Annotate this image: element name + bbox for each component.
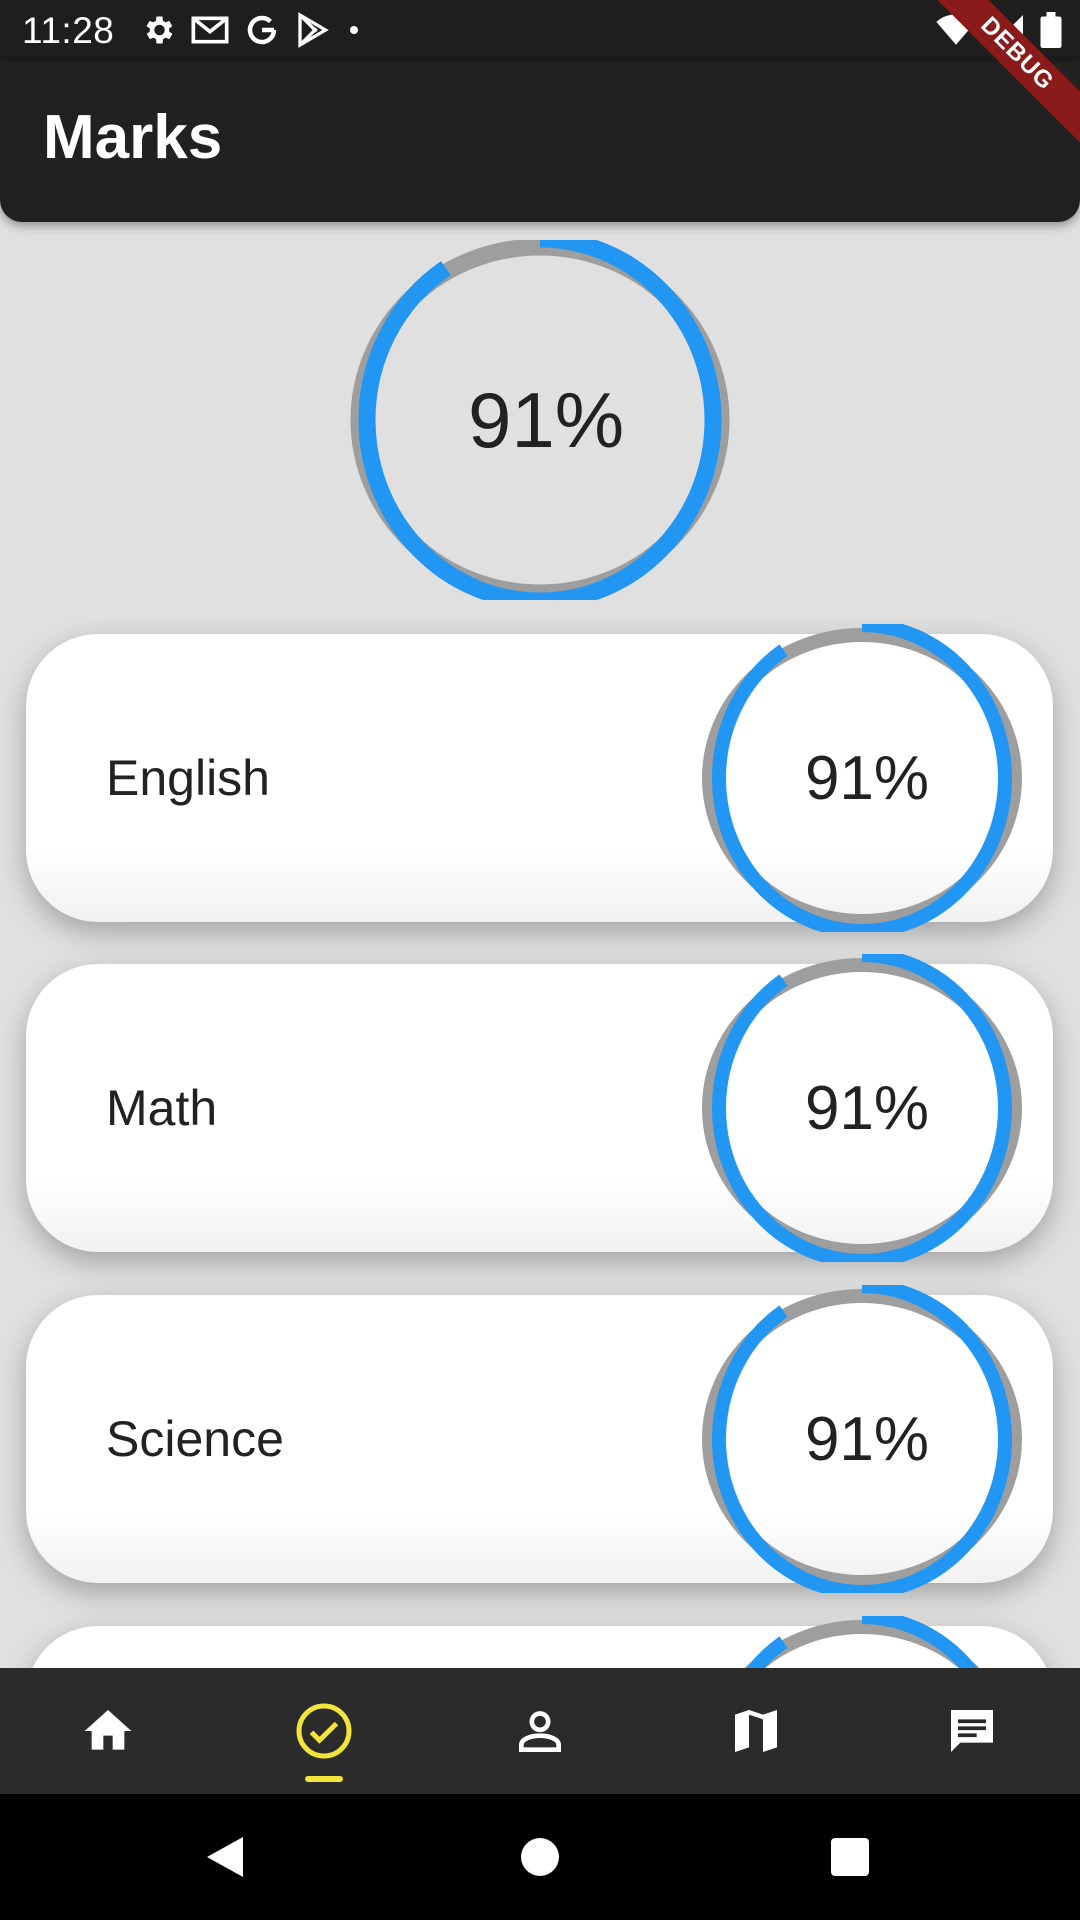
subject-card-partial[interactable]	[26, 1610, 1053, 1668]
status-time: 11:28	[22, 10, 115, 51]
overall-percent: 91%	[467, 375, 625, 464]
page-title: Marks	[43, 103, 223, 172]
subject-progress: 91%	[697, 618, 1027, 938]
nav-map[interactable]	[648, 1668, 864, 1794]
back-triangle-icon	[207, 1837, 243, 1877]
nav-messages[interactable]	[864, 1668, 1080, 1794]
subject-name: Science	[106, 1411, 284, 1467]
home-circle-icon	[521, 1838, 559, 1876]
subject-card-english[interactable]: English 91%	[26, 618, 1053, 938]
subject-progress: 91%	[697, 948, 1027, 1268]
home-icon	[84, 1710, 132, 1750]
system-back-button[interactable]	[190, 1822, 260, 1892]
recents-square-icon	[831, 1838, 869, 1876]
chat-icon	[951, 1710, 993, 1752]
system-home-button[interactable]	[505, 1822, 575, 1892]
gmail-icon	[190, 12, 230, 53]
subject-progress: 91%	[697, 1279, 1027, 1599]
subject-list[interactable]: English 91% Math 91% Science 91%	[0, 600, 1080, 1668]
subject-name: English	[106, 750, 270, 806]
status-bar: 11:28	[0, 0, 1080, 62]
person-icon	[519, 1711, 561, 1752]
overall-progress: 91%	[350, 230, 730, 610]
play-store-icon	[294, 12, 330, 53]
settings-icon	[140, 12, 176, 53]
subject-card-science[interactable]: Science 91%	[26, 1279, 1053, 1599]
system-recents-button[interactable]	[815, 1822, 885, 1892]
bottom-nav	[0, 1668, 1080, 1794]
map-icon	[735, 1710, 777, 1752]
dot-icon	[344, 12, 364, 53]
system-nav	[0, 1794, 1080, 1920]
subject-card-math[interactable]: Math 91%	[26, 948, 1053, 1268]
status-left-icons	[140, 12, 364, 53]
subject-percent	[697, 1616, 1027, 1668]
app-bar: Marks	[0, 62, 1080, 222]
battery-icon	[1040, 12, 1062, 53]
subject-percent: 91%	[804, 1404, 930, 1474]
check-circle-icon	[296, 1703, 352, 1759]
nav-profile[interactable]	[432, 1668, 648, 1794]
nav-home[interactable]	[0, 1668, 216, 1794]
nav-selected-indicator	[305, 1776, 343, 1782]
subject-percent: 91%	[804, 743, 930, 813]
subject-progress	[697, 1610, 1027, 1668]
google-icon	[244, 12, 280, 53]
subject-percent: 91%	[804, 1073, 930, 1143]
subject-name: Math	[106, 1080, 218, 1136]
